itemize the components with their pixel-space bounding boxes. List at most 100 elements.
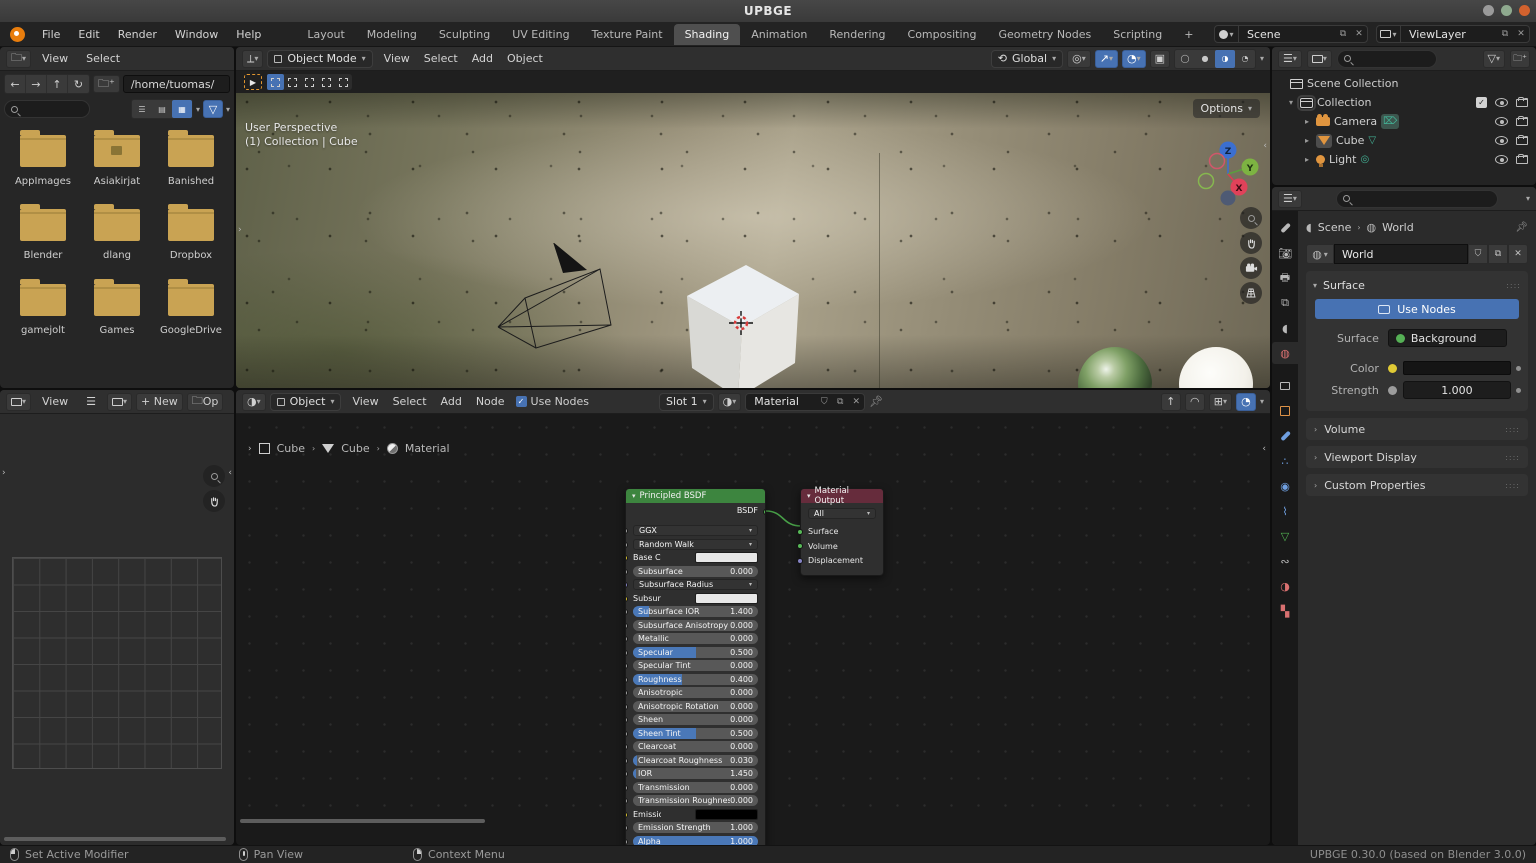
hide-eye-icon[interactable] — [1495, 136, 1508, 145]
node-row[interactable]: Sheen Tint 0.500 — [633, 728, 758, 740]
select-tweak-icon[interactable] — [267, 74, 284, 90]
node-row[interactable]: Clearcoat Roughness 0.030 — [633, 755, 758, 767]
overlay-caret-icon[interactable]: ▾ — [1260, 397, 1264, 406]
outliner-row-scene-collection[interactable]: Scene Collection — [1276, 74, 1532, 93]
workspace-tab[interactable]: Sculpting — [428, 24, 501, 45]
animate-dot-icon[interactable] — [1516, 388, 1521, 393]
input-socket[interactable] — [625, 677, 628, 683]
viewlayer-icon[interactable]: ▾ — [1377, 26, 1401, 42]
viewport-pan-button[interactable] — [1240, 232, 1262, 254]
node-row[interactable]: Subsurface IOR 1.400 — [633, 606, 758, 618]
snap-grid-icon[interactable]: ⊞▾ — [1209, 393, 1232, 411]
input-socket[interactable] — [625, 771, 628, 777]
use-nodes-checkbox[interactable]: ✓ — [516, 396, 527, 407]
hide-eye-icon[interactable] — [1495, 155, 1508, 164]
filter-caret-icon[interactable]: ▾ — [226, 105, 230, 114]
tab-constraints[interactable]: ⌇ — [1272, 500, 1298, 522]
workspace-tab[interactable]: Compositing — [897, 24, 988, 45]
fake-user-shield-icon[interactable]: ⛉ — [1468, 244, 1488, 264]
scene-unlink-icon[interactable]: ✕ — [1351, 29, 1367, 39]
output-target-select[interactable]: All — [808, 508, 876, 520]
mode-select[interactable]: Object Mode▾ — [267, 50, 372, 68]
scene-objects[interactable] — [476, 243, 816, 388]
breadcrumb-world[interactable]: World — [1382, 221, 1414, 234]
chrome-sphere-object[interactable] — [1078, 347, 1152, 388]
active-tool-icon[interactable]: ▶ — [244, 74, 262, 90]
tab-texture[interactable]: ▚ — [1272, 600, 1298, 622]
input-socket[interactable] — [625, 663, 628, 669]
node-row[interactable]: GGX — [633, 525, 758, 537]
tab-particles[interactable]: ∴ — [1272, 450, 1298, 472]
rendered-shading-icon[interactable]: ◔ — [1235, 50, 1255, 68]
options-button[interactable]: Options▾ — [1193, 99, 1260, 118]
image-new-button[interactable]: + New — [136, 393, 183, 411]
viewport-menu-item[interactable]: View — [377, 49, 417, 68]
node-row[interactable]: Anisotropic Rotation 0.000 — [633, 701, 758, 713]
horizontal-scrollbar[interactable] — [4, 837, 226, 841]
input-socket[interactable] — [625, 528, 628, 534]
node-canvas[interactable]: › Cube › Cube › Material ‹ Principled BS… — [236, 414, 1270, 827]
material-browse-icon[interactable]: ◑▾ — [718, 393, 742, 411]
node-row[interactable]: IOR 1.450 — [633, 768, 758, 780]
thumbnail-view-button[interactable]: ▦ — [172, 100, 192, 118]
world-name-field[interactable]: World — [1334, 244, 1468, 264]
back-button[interactable]: ← — [5, 75, 26, 93]
new-collection-button[interactable]: 🗀⁺ — [1510, 50, 1530, 68]
material-output-node[interactable]: Material Output All Surface Volume — [800, 488, 884, 576]
folder-item[interactable]: Blender — [6, 209, 80, 261]
panel-grip-icon[interactable]: :::: — [1506, 281, 1521, 290]
ortho-grid-button[interactable] — [1240, 282, 1262, 304]
input-socket[interactable] — [625, 839, 628, 845]
input-socket[interactable] — [625, 798, 628, 804]
shader-menu-item[interactable]: Select — [386, 392, 434, 411]
path-field[interactable]: /home/tuomas/ — [123, 75, 230, 93]
hide-eye-icon[interactable] — [1495, 117, 1508, 126]
color-swatch[interactable] — [695, 809, 759, 820]
folder-item[interactable]: gamejolt — [6, 284, 80, 336]
panel-toggle-icon[interactable]: › — [248, 444, 252, 454]
material-name-field[interactable]: Material ⛉ ⧉ ✕ — [745, 393, 865, 411]
viewlayer-name[interactable]: ViewLayer — [1401, 28, 1497, 41]
input-socket[interactable] — [625, 555, 628, 561]
input-socket[interactable] — [625, 636, 628, 642]
menu-item[interactable]: Render — [109, 25, 166, 44]
collapsed-panel[interactable]: › Volume :::: — [1306, 418, 1528, 440]
collection-checkbox[interactable]: ✓ — [1476, 97, 1487, 108]
camera-view-button[interactable] — [1240, 257, 1262, 279]
strength-field[interactable]: 1.000 — [1403, 381, 1511, 399]
folder-item[interactable]: GoogleDrive — [154, 284, 228, 336]
filebrowser-type-icon[interactable]: 🗀 ▾ — [6, 50, 31, 68]
input-socket[interactable] — [625, 650, 628, 656]
viewport-menu-item[interactable]: Object — [500, 49, 550, 68]
render-toggle-icon[interactable] — [1516, 118, 1528, 126]
scene-copy-icon[interactable]: ⧉ — [1335, 29, 1351, 39]
tab-object-data[interactable]: ▽ — [1272, 525, 1298, 547]
refresh-button[interactable]: ↻ — [68, 75, 89, 93]
node-row[interactable]: Metallic 0.000 — [633, 633, 758, 645]
world-color-swatch[interactable] — [1403, 361, 1511, 375]
snap-node-icon[interactable]: ◠ — [1185, 393, 1205, 411]
hide-eye-icon[interactable] — [1495, 98, 1508, 107]
outliner-row-light[interactable]: ▸ Light ◎ — [1276, 150, 1532, 169]
disclosure-icon[interactable]: ▸ — [1302, 117, 1312, 126]
horizontal-scrollbar[interactable] — [240, 819, 485, 823]
column-view-button[interactable]: ▤ — [152, 100, 172, 118]
node-row[interactable]: Random Walk — [633, 539, 758, 551]
forward-button[interactable]: → — [26, 75, 47, 93]
workspace-tab[interactable]: Shading — [674, 24, 741, 45]
node-row[interactable]: Clearcoat 0.000 — [633, 741, 758, 753]
workspace-tab[interactable]: Texture Paint — [581, 24, 674, 45]
render-toggle-icon[interactable] — [1516, 99, 1528, 107]
node-row[interactable]: Specular 0.500 — [633, 647, 758, 659]
node-row[interactable]: Roughness 0.400 — [633, 674, 758, 686]
tab-tool[interactable] — [1272, 217, 1298, 239]
breadcrumb-scene[interactable]: Scene — [1318, 221, 1352, 234]
mesh-data-icon[interactable]: ▽ — [1368, 135, 1376, 146]
input-socket[interactable] — [797, 529, 803, 535]
workspace-tab[interactable]: Geometry Nodes — [987, 24, 1102, 45]
collapsed-panel[interactable]: › Custom Properties :::: — [1306, 474, 1528, 496]
workspace-tab[interactable]: + — [1173, 24, 1204, 45]
render-toggle-icon[interactable] — [1516, 156, 1528, 164]
viewport-menu-item[interactable]: Select — [417, 49, 465, 68]
viewport-menu-item[interactable]: Add — [465, 49, 500, 68]
